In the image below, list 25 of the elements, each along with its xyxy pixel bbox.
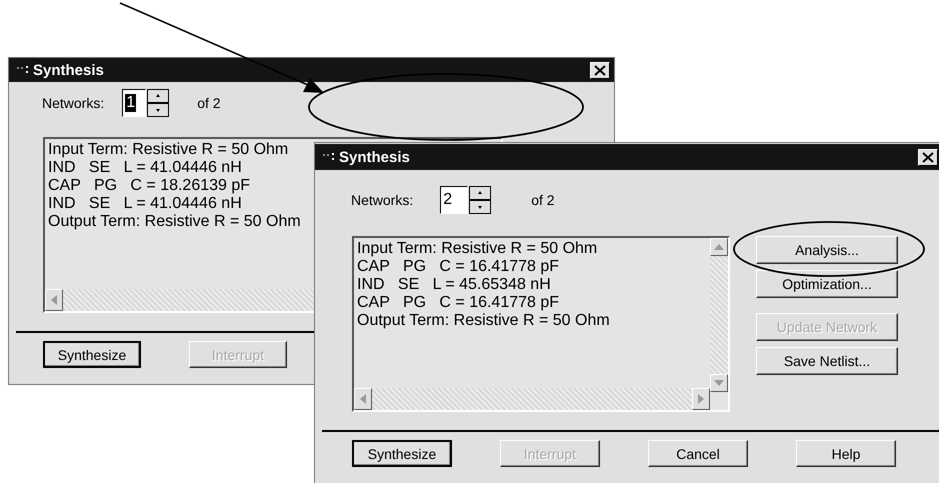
dialog-button[interactable]: Cancel xyxy=(648,440,748,467)
dialog-button[interactable]: Synthesize xyxy=(352,440,452,467)
dialog-button[interactable]: Analysis... xyxy=(756,236,898,264)
network-number-field[interactable]: 1 xyxy=(122,89,146,117)
dialog-button[interactable]: Save Netlist... xyxy=(756,347,898,375)
network-count: of 2 xyxy=(531,192,555,208)
netlist-line: CAP PG C = 16.41778 pF xyxy=(357,258,560,276)
network-count: of 2 xyxy=(197,95,221,111)
netlist-line: Input Term: Resistive R = 50 Ohm xyxy=(48,141,288,159)
netlist-line: Input Term: Resistive R = 50 Ohm xyxy=(357,240,598,258)
netlist-line: Output Term: Resistive R = 50 Ohm xyxy=(48,213,301,231)
network-number-field[interactable]: 2 xyxy=(440,186,468,214)
netlist-line: CAP PG C = 16.41778 pF xyxy=(357,294,560,312)
dialog-button[interactable]: Help xyxy=(796,440,896,467)
netlist-line: IND SE L = 45.65348 nH xyxy=(357,276,551,294)
dialog-button[interactable]: Optimization... xyxy=(756,270,898,298)
netlist-line: IND SE L = 41.04446 nH xyxy=(48,195,242,213)
networks-label: Networks: xyxy=(42,95,104,111)
networks-label: Networks: xyxy=(351,192,414,208)
netlist-line: CAP PG C = 18.26139 pF xyxy=(48,177,250,195)
netlist-line: Output Term: Resistive R = 50 Ohm xyxy=(357,312,610,330)
window-title: Synthesis xyxy=(339,148,410,166)
window-title: Synthesis xyxy=(33,62,104,78)
netlist-line: IND SE L = 41.04446 nH xyxy=(48,159,242,177)
dialog-button[interactable]: Synthesize xyxy=(43,341,141,368)
